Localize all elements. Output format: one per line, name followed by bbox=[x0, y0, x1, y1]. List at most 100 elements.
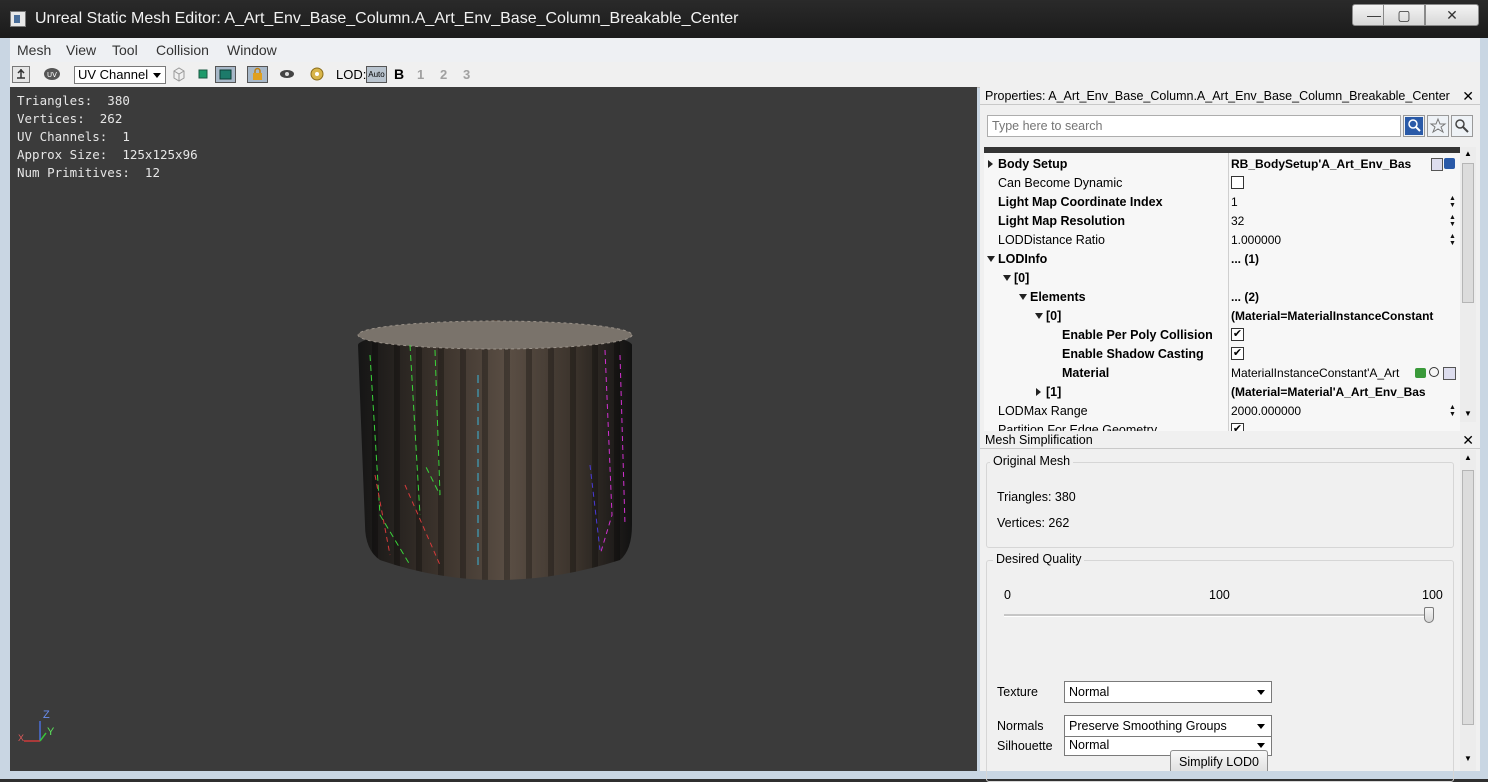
menu-view[interactable]: View bbox=[66, 42, 96, 58]
property-name: Enable Per Poly Collision bbox=[1062, 328, 1213, 342]
browse-icon[interactable] bbox=[1431, 158, 1443, 171]
properties-close-icon[interactable]: ✕ bbox=[1462, 87, 1474, 105]
scroll-down-icon[interactable]: ▼ bbox=[1464, 754, 1472, 763]
property-search-input[interactable] bbox=[987, 115, 1401, 137]
collapse-arrow-icon[interactable] bbox=[1019, 294, 1027, 300]
collision-view-icon[interactable] bbox=[215, 66, 236, 83]
properties-table: Body Setup RB_BodySetup'A_Art_Env_Bas Ca… bbox=[984, 147, 1460, 432]
collapse-arrow-icon[interactable] bbox=[1035, 313, 1043, 319]
property-name: [0] bbox=[1014, 271, 1030, 285]
title-bar[interactable]: Unreal Static Mesh Editor: A_Art_Env_Bas… bbox=[0, 0, 1488, 38]
property-row-element-1[interactable]: [1] (Material=Material'A_Art_Env_Bas bbox=[984, 383, 1460, 402]
can-become-dynamic-checkbox[interactable] bbox=[1231, 176, 1244, 189]
property-value[interactable]: ... (2) bbox=[1231, 290, 1457, 304]
property-value[interactable]: 1 bbox=[1231, 195, 1457, 209]
spinner-icon[interactable]: ▲ ▼ bbox=[1449, 233, 1458, 248]
normals-select[interactable]: Preserve Smoothing Groups bbox=[1064, 715, 1272, 737]
property-row-light-map-coordinate-index[interactable]: Light Map Coordinate Index 1 ▲ ▼ bbox=[984, 193, 1460, 212]
property-name: Enable Shadow Casting bbox=[1062, 347, 1204, 361]
lock-icon[interactable] bbox=[247, 66, 268, 83]
stat-approx-size: Approx Size: 125x125x96 bbox=[17, 147, 198, 162]
mesh-simplification-title: Mesh Simplification bbox=[985, 433, 1093, 447]
gear-icon[interactable] bbox=[308, 66, 326, 83]
quality-slider-track[interactable] bbox=[1004, 614, 1434, 617]
stat-triangles: Triangles: 380 bbox=[17, 93, 130, 108]
mesh-viewport[interactable]: Triangles: 380 Vertices: 262 UV Channels… bbox=[10, 87, 977, 771]
lod-3-button[interactable]: 3 bbox=[463, 67, 470, 82]
favorite-star-icon[interactable] bbox=[1427, 115, 1449, 137]
maximize-button[interactable]: ▢ bbox=[1383, 4, 1425, 26]
lod-auto-button[interactable]: Auto bbox=[366, 66, 387, 83]
close-window-button[interactable]: ✕ bbox=[1425, 4, 1479, 26]
eye-icon[interactable] bbox=[278, 66, 296, 83]
solid-box-icon[interactable] bbox=[194, 66, 212, 83]
properties-scrollbar[interactable]: ▲ ▼ bbox=[1460, 147, 1476, 422]
search-icon[interactable] bbox=[1403, 115, 1425, 137]
quality-slider-thumb[interactable] bbox=[1424, 607, 1434, 623]
expand-arrow-icon[interactable] bbox=[988, 160, 993, 168]
uv-channel-select[interactable]: UV Channel bbox=[74, 66, 166, 84]
spinner-icon[interactable]: ▲ ▼ bbox=[1449, 404, 1458, 419]
property-row-lod-max-range[interactable]: LODMax Range 2000.000000 ▲ ▼ bbox=[984, 402, 1460, 421]
anchor-icon[interactable] bbox=[12, 66, 30, 83]
property-row-lodinfo-0[interactable]: [0] bbox=[984, 269, 1460, 288]
enable-shadow-casting-checkbox[interactable]: ✔ bbox=[1231, 347, 1244, 360]
menu-window[interactable]: Window bbox=[227, 42, 277, 58]
scroll-thumb[interactable] bbox=[1462, 470, 1474, 725]
scroll-down-icon[interactable]: ▼ bbox=[1464, 409, 1472, 418]
find-in-browser-icon[interactable] bbox=[1429, 367, 1439, 377]
property-name: [0] bbox=[1046, 309, 1062, 323]
menu-mesh[interactable]: Mesh bbox=[17, 42, 51, 58]
scroll-thumb[interactable] bbox=[1462, 163, 1474, 303]
property-value[interactable]: 32 bbox=[1231, 214, 1457, 228]
enable-per-poly-collision-checkbox[interactable]: ✔ bbox=[1231, 328, 1244, 341]
stat-vertices: Vertices: 262 bbox=[17, 111, 123, 126]
property-row-enable-per-poly-collision[interactable]: Enable Per Poly Collision ✔ bbox=[984, 326, 1460, 345]
property-value[interactable]: (Material=MaterialInstanceConstant bbox=[1231, 309, 1457, 323]
mesh-simplification-header: Mesh Simplification ✕ bbox=[980, 431, 1480, 449]
texture-select[interactable]: Normal bbox=[1064, 681, 1272, 703]
property-value[interactable]: ... (1) bbox=[1231, 252, 1457, 266]
spinner-icon[interactable]: ▲ ▼ bbox=[1449, 195, 1458, 210]
property-value[interactable]: 2000.000000 bbox=[1231, 404, 1457, 418]
property-name: Material bbox=[1062, 366, 1110, 380]
property-value[interactable]: 1.000000 bbox=[1231, 233, 1457, 247]
property-row-lodinfo[interactable]: LODInfo ... (1) bbox=[984, 250, 1460, 269]
uv-icon[interactable]: UV bbox=[43, 66, 61, 83]
property-row-element-0[interactable]: [0] (Material=MaterialInstanceConstant bbox=[984, 307, 1460, 326]
property-row-lod-distance-ratio[interactable]: LODDistance Ratio 1.000000 ▲ ▼ bbox=[984, 231, 1460, 250]
wireframe-cube-icon[interactable] bbox=[170, 66, 188, 83]
property-value[interactable]: (Material=Material'A_Art_Env_Bas bbox=[1231, 385, 1457, 399]
property-name: LODMax Range bbox=[998, 404, 1088, 418]
property-value[interactable]: MaterialInstanceConstant'A_Art bbox=[1231, 366, 1411, 380]
lod-2-button[interactable]: 2 bbox=[440, 67, 447, 82]
mesh-simplification-close-icon[interactable]: ✕ bbox=[1462, 431, 1474, 449]
menu-tool[interactable]: Tool bbox=[112, 42, 138, 58]
property-row-light-map-resolution[interactable]: Light Map Resolution 32 ▲ ▼ bbox=[984, 212, 1460, 231]
dropdown-icon[interactable] bbox=[1444, 158, 1455, 169]
property-row-elements[interactable]: Elements ... (2) bbox=[984, 288, 1460, 307]
property-value[interactable]: RB_BodySetup'A_Art_Env_Bas bbox=[1231, 157, 1431, 171]
use-selected-icon[interactable] bbox=[1415, 368, 1426, 378]
property-name: Body Setup bbox=[998, 157, 1068, 171]
original-triangles: Triangles: 380 bbox=[997, 490, 1076, 504]
property-row-can-become-dynamic[interactable]: Can Become Dynamic bbox=[984, 174, 1460, 193]
property-row-body-setup[interactable]: Body Setup RB_BodySetup'A_Art_Env_Bas bbox=[984, 155, 1460, 174]
spinner-icon[interactable]: ▲ ▼ bbox=[1449, 214, 1458, 229]
property-row-enable-shadow-casting[interactable]: Enable Shadow Casting ✔ bbox=[984, 345, 1460, 364]
lod-1-button[interactable]: 1 bbox=[417, 67, 424, 82]
column-mesh-model bbox=[357, 320, 633, 580]
scroll-up-icon[interactable]: ▲ bbox=[1464, 149, 1472, 158]
property-row-material[interactable]: Material MaterialInstanceConstant'A_Art bbox=[984, 364, 1460, 383]
mesh-simplification-scrollbar[interactable]: ▲ ▼ bbox=[1460, 450, 1476, 771]
simplify-lod0-button[interactable]: Simplify LOD0 bbox=[1170, 750, 1268, 771]
menu-collision[interactable]: Collision bbox=[156, 42, 209, 58]
normals-label: Normals bbox=[997, 719, 1044, 733]
expand-search-icon[interactable] bbox=[1451, 115, 1473, 137]
lod-base-button[interactable]: B bbox=[394, 66, 404, 82]
collapse-arrow-icon[interactable] bbox=[1003, 275, 1011, 281]
expand-arrow-icon[interactable] bbox=[1036, 388, 1041, 396]
collapse-arrow-icon[interactable] bbox=[987, 256, 995, 262]
browse-icon[interactable] bbox=[1443, 367, 1456, 380]
scroll-up-icon[interactable]: ▲ bbox=[1464, 453, 1472, 462]
